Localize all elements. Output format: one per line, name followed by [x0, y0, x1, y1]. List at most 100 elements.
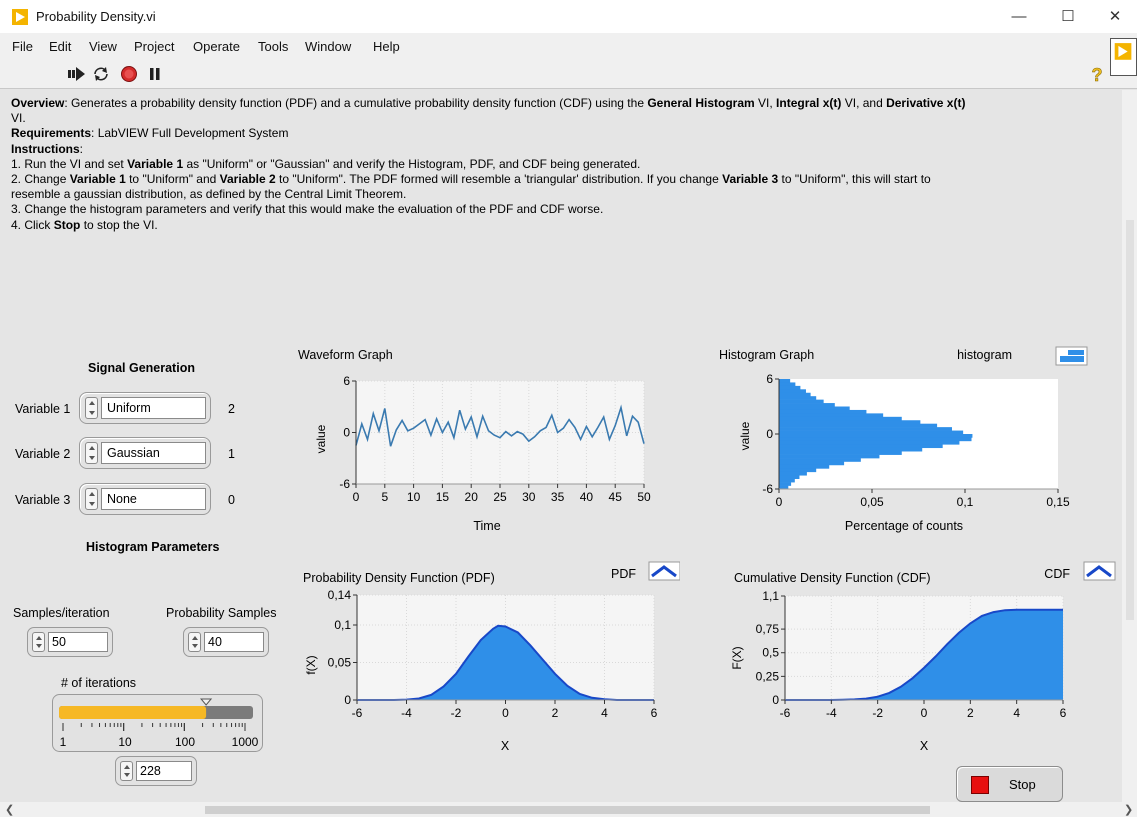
menu-project[interactable]: Project — [134, 39, 174, 54]
variable-1-value[interactable]: Uniform — [101, 397, 206, 419]
menu-edit[interactable]: Edit — [49, 39, 71, 54]
menu-operate[interactable]: Operate — [193, 39, 240, 54]
maximize-button[interactable]: ☐ — [1046, 3, 1090, 31]
variable-1-ring[interactable]: Uniform — [79, 392, 211, 424]
histogram-bar — [779, 454, 880, 459]
histogram-graph[interactable]: Histogram Graph histogram Percentage of … — [712, 346, 1092, 538]
front-panel: Overview: Generates a probability densit… — [0, 90, 1122, 802]
variable-3-index: 0 — [228, 493, 235, 507]
description-text: 3. Change the histogram parameters and v… — [11, 202, 604, 217]
menu-help[interactable]: Help — [373, 39, 400, 54]
x-tick-label: 0,1 — [957, 495, 974, 509]
variable-3-ring[interactable]: None — [79, 483, 211, 515]
pdf-graph[interactable]: Probability Density Function (PDF) PDF X… — [295, 560, 680, 760]
x-tick-label: -2 — [872, 706, 883, 720]
histogram-bar — [779, 464, 830, 469]
cdf-graph[interactable]: Cumulative Density Function (CDF) CDF X … — [728, 560, 1118, 760]
y-tick-label: 1,1 — [762, 589, 779, 603]
samples-iteration-spinner[interactable] — [32, 632, 45, 652]
scroll-left-arrow-icon[interactable]: ❮ — [5, 803, 14, 816]
slider-tick-100: 100 — [175, 735, 195, 749]
histogram-bar — [779, 461, 845, 466]
probability-samples-input[interactable]: 40 — [204, 632, 264, 652]
histogram-bar — [779, 427, 952, 431]
menu-file[interactable]: File — [12, 39, 33, 54]
vi-icon[interactable] — [1110, 38, 1137, 76]
menu-tools[interactable]: Tools — [258, 39, 288, 54]
variable-2-value[interactable]: Gaussian — [101, 442, 206, 464]
x-tick-label: 30 — [522, 490, 536, 504]
probability-samples-control[interactable]: 40 — [183, 627, 269, 657]
menu-view[interactable]: View — [89, 39, 117, 54]
histogram-bar — [779, 475, 800, 479]
stop-button[interactable]: Stop — [956, 766, 1063, 802]
context-help-icon[interactable]: ? — [1088, 64, 1106, 84]
horizontal-scroll-thumb[interactable] — [205, 806, 930, 814]
legend-label: histogram — [957, 348, 1012, 362]
histogram-bar — [779, 451, 902, 455]
histogram-bar — [779, 458, 861, 462]
description-text: Derivative x(t) — [886, 96, 966, 110]
pause-icon[interactable] — [144, 64, 166, 84]
description-text: Variable 1 — [127, 156, 184, 171]
probability-samples-spinner[interactable] — [188, 632, 201, 652]
iterations-control[interactable]: 228 — [115, 756, 197, 786]
slider-tick-10: 10 — [118, 735, 132, 749]
description-text: to stop the VI. — [80, 217, 158, 232]
samples-iteration-input[interactable]: 50 — [48, 632, 108, 652]
histogram-bar — [779, 468, 817, 473]
vertical-scroll-thumb[interactable] — [1126, 220, 1134, 620]
menu-window[interactable]: Window — [305, 39, 351, 54]
variable-3-value[interactable]: None — [101, 488, 206, 510]
pdf-legend-swatch[interactable] — [648, 561, 680, 581]
variable-2-ring[interactable]: Gaussian — [79, 437, 211, 469]
histogram-bar — [779, 379, 791, 383]
samples-iteration-control[interactable]: 50 — [27, 627, 113, 657]
x-tick-label: 10 — [407, 490, 421, 504]
description-text: : Generates a probability density functi… — [64, 96, 648, 110]
description-text: Variable 3 — [722, 172, 779, 187]
waveform-graph[interactable]: Waveform Graph Time value 0 5 10 15 20 25 30 35… — [290, 346, 660, 538]
x-tick-label: 0 — [502, 706, 509, 720]
menu-bar: File Edit View Project Operate Tools Win… — [0, 33, 1137, 59]
histogram-bar — [779, 399, 824, 404]
slider-fill — [59, 706, 207, 719]
x-axis-label: X — [920, 739, 929, 753]
y-tick-label: 0,5 — [762, 646, 779, 660]
abort-execution-icon[interactable] — [118, 64, 140, 84]
histogram-bar — [779, 423, 938, 428]
x-tick-label: 0,05 — [860, 495, 884, 509]
scroll-right-arrow-icon[interactable]: ❯ — [1124, 803, 1133, 816]
window-title: Probability Density.vi — [36, 9, 156, 24]
iterations-spinner[interactable] — [120, 761, 133, 781]
variable-3-spinner[interactable] — [85, 488, 98, 510]
x-tick-label: 35 — [551, 490, 565, 504]
description-text: 1. Run the VI and set — [11, 156, 128, 171]
chart-title: Histogram Graph — [719, 348, 814, 362]
x-tick-label: -2 — [451, 706, 462, 720]
minimize-button[interactable]: — — [997, 3, 1041, 31]
x-tick-label: -6 — [780, 706, 791, 720]
iterations-slider[interactable]: 1 10 100 1000 — [52, 694, 263, 752]
x-tick-label: 0,15 — [1046, 495, 1070, 509]
cdf-legend-swatch[interactable] — [1083, 561, 1116, 581]
x-axis-label: Time — [473, 519, 500, 533]
histogram-bar — [779, 392, 811, 397]
variable-2-spinner[interactable] — [85, 442, 98, 464]
legend-bar-icon — [1068, 350, 1084, 355]
iterations-input[interactable]: 228 — [136, 761, 192, 781]
run-continuously-icon[interactable] — [90, 64, 112, 84]
histogram-bar — [779, 440, 960, 445]
y-tick-label: 0,14 — [328, 588, 352, 602]
close-button[interactable]: ✕ — [1093, 3, 1137, 31]
histogram-bar — [779, 447, 923, 452]
histogram-bar — [779, 482, 792, 486]
run-arrow-icon[interactable] — [66, 64, 88, 84]
histogram-bar — [779, 413, 884, 418]
chart-title: Cumulative Density Function (CDF) — [734, 571, 931, 585]
samples-iteration-label: Samples/iteration — [13, 606, 110, 620]
variable-1-spinner[interactable] — [85, 397, 98, 419]
histogram-bar — [779, 420, 921, 424]
x-tick-label: 40 — [580, 490, 594, 504]
stop-label: Stop — [1009, 777, 1036, 792]
